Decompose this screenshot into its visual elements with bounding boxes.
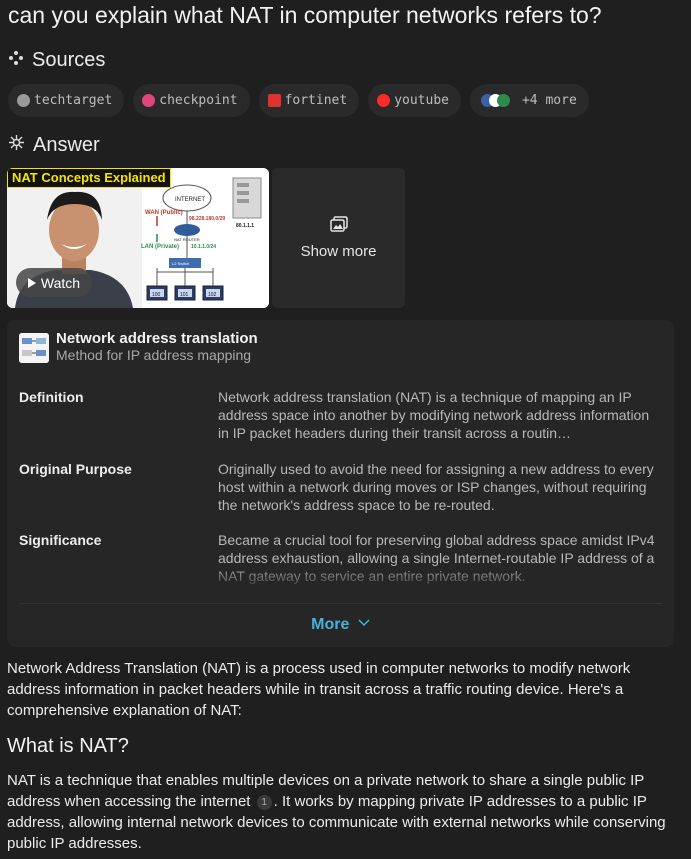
video-card[interactable]: INTERNET 80.1.1.1 WAN (Public) 98.228.18… [7,168,269,308]
answer-heading: Answer [8,134,100,157]
intro-paragraph: Network Address Translation (NAT) is a p… [7,660,631,719]
row-label-original-purpose: Original Purpose [19,461,132,477]
watch-button[interactable]: Watch [16,268,92,297]
row-label-definition: Definition [19,389,84,405]
answer-icon [8,134,25,157]
what-is-nat-paragraph: NAT is a technique that enables multiple… [7,770,687,854]
source-chip-more[interactable]: +4 more [469,84,589,117]
more-label: More [311,616,350,633]
show-more-label: Show more [300,243,377,260]
knowledge-card: Network address translation Method for I… [7,320,674,647]
source-chip-label: youtube [394,93,449,108]
diagram-lan-label: LAN (Private) [141,244,179,250]
diagram-server-ip: 80.1.1.1 [236,223,254,229]
diagram-internet-label: INTERNET [175,197,205,203]
source-chip-techtarget[interactable]: techtarget [8,84,125,117]
images-icon [329,216,348,236]
watch-label: Watch [40,274,81,291]
chevron-down-icon [354,616,370,633]
citation-badge[interactable]: 1 [256,795,272,810]
techtarget-icon [17,94,30,107]
sources-heading: Sources [8,49,105,72]
fortinet-icon [267,94,281,107]
source-chip-youtube[interactable]: youtube [368,84,461,117]
knowledge-thumbnail [19,333,49,363]
diagram-wan-ip: 98.228.180.0/29 [189,216,225,222]
sources-heading-label: Sources [32,49,106,71]
what-is-nat-heading: What is NAT? [7,735,129,757]
source-chip-label: fortinet [284,93,348,108]
diagram-pc-100: 100 [152,292,161,298]
row-label-significance: Significance [19,532,102,548]
row-text-definition: Network address translation (NAT) is a t… [218,389,650,441]
diagram-pc-102: 102 [208,292,217,298]
knowledge-subtitle: Method for IP address mapping [56,347,252,363]
question-title: can you explain what NAT in computer net… [8,2,602,28]
source-chip-label: checkpoint [159,93,238,108]
show-more-media-button[interactable]: Show more [272,168,405,308]
more-sources-icons [480,94,510,107]
knowledge-title: Network address translation [56,330,258,347]
diagram-lan-ip: 10.1.1.0/24 [191,244,216,250]
youtube-icon [377,94,391,107]
sources-icon [8,49,24,72]
video-title-banner: NAT Concepts Explained [7,168,171,188]
row-text-original-purpose: Originally used to avoid the need for as… [218,461,654,513]
source-chip-label: techtarget [34,93,113,108]
diagram-switch-label: L2 Switch [172,261,189,266]
sources-list: techtarget checkpoint fortinet youtube +… [8,84,589,117]
answer-heading-label: Answer [33,134,100,156]
diagram-wan-label: WAN (Public) [145,210,183,216]
checkpoint-icon [142,94,156,107]
source-chip-checkpoint[interactable]: checkpoint [133,84,250,117]
source-chip-fortinet[interactable]: fortinet [258,84,360,117]
play-icon [27,277,36,288]
more-sources-label: +4 more [521,93,577,108]
diagram-pc-101: 101 [180,292,189,298]
knowledge-more-button[interactable]: More [7,616,674,634]
